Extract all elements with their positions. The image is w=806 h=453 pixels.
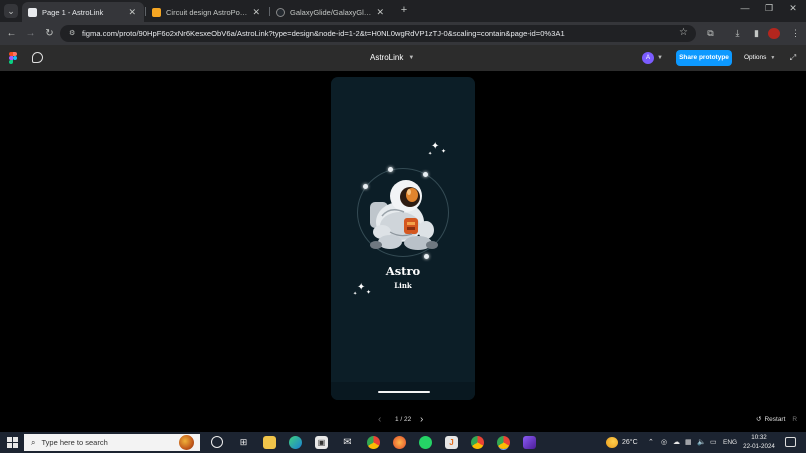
tab-title: Page 1 - AstroLink bbox=[42, 7, 104, 17]
tab-title: Circuit design AstroPointer | Ti bbox=[166, 7, 247, 17]
browser-menu-icon[interactable]: ⋮ bbox=[789, 27, 802, 40]
previous-frame-icon[interactable]: ‹ bbox=[378, 413, 381, 427]
chevron-down-icon[interactable]: ▼ bbox=[657, 52, 663, 64]
tinkercad-favicon-icon bbox=[152, 7, 161, 17]
clock-date: 22-01-2024 bbox=[743, 443, 775, 450]
frame-counter: 1 / 22 bbox=[395, 416, 412, 423]
options-label: Options bbox=[744, 54, 767, 61]
sparkle-icon: ✦ bbox=[428, 151, 433, 157]
cortana-icon[interactable] bbox=[211, 436, 223, 448]
new-tab-icon[interactable]: + bbox=[398, 4, 410, 16]
firefox-icon[interactable] bbox=[393, 436, 406, 449]
edge-icon[interactable] bbox=[289, 436, 302, 449]
sparkle-icon: ✦ bbox=[353, 291, 358, 297]
tab-close-icon[interactable]: ✕ bbox=[376, 7, 384, 18]
tab-circuit-design[interactable]: Circuit design AstroPointer | Ti ✕ bbox=[146, 2, 268, 22]
tab-close-icon[interactable]: ✕ bbox=[128, 7, 136, 18]
taskbar-search-box[interactable]: ⌕ Type here to search bbox=[24, 434, 200, 451]
restart-label: Restart bbox=[764, 416, 786, 423]
battery-icon[interactable]: ▭ bbox=[710, 432, 717, 453]
mail-icon[interactable]: ✉ bbox=[341, 436, 354, 449]
tab-search-icon[interactable]: ⌄ bbox=[4, 4, 18, 18]
clock-time: 10:32 bbox=[751, 434, 767, 441]
chrome-icon[interactable] bbox=[367, 436, 380, 449]
minimize-icon[interactable]: — bbox=[738, 3, 752, 13]
restart-icon: ↺ bbox=[756, 416, 762, 423]
chrome-profile-icon[interactable] bbox=[471, 436, 484, 449]
tab-astrolink[interactable]: Page 1 - AstroLink ✕ bbox=[22, 2, 144, 22]
volume-icon[interactable]: 🔈 bbox=[697, 432, 706, 453]
chrome-active-icon[interactable] bbox=[497, 436, 510, 449]
tab-title: GalaxyGlide/GalaxyGlide.ipynb bbox=[290, 7, 371, 17]
orbit-dot bbox=[388, 167, 393, 172]
restore-icon[interactable]: ❐ bbox=[762, 3, 776, 14]
chevron-down-icon: ▼ bbox=[408, 55, 415, 61]
taskbar-clock[interactable]: 10:32 22-01-2024 bbox=[742, 433, 776, 451]
app-title: Astro bbox=[385, 264, 421, 278]
window-close-icon[interactable]: ✕ bbox=[786, 3, 800, 14]
figma-prototype-header: AstroLink ▼ A ▼ Share prototype Options … bbox=[0, 45, 806, 71]
github-favicon-icon bbox=[276, 7, 285, 17]
sparkle-icon: ✦ bbox=[366, 290, 372, 296]
side-panel-icon[interactable]: ▮ bbox=[750, 27, 763, 40]
restart-button[interactable]: ↺ Restart R bbox=[756, 413, 797, 427]
app-subtitle: Link bbox=[394, 281, 412, 290]
share-prototype-button[interactable]: Share prototype bbox=[676, 50, 732, 66]
comment-icon[interactable] bbox=[32, 52, 43, 63]
onedrive-icon[interactable]: ☁ bbox=[673, 432, 680, 453]
figma-tab-favicon-icon bbox=[28, 7, 37, 17]
notification-icon[interactable] bbox=[785, 437, 796, 447]
temperature[interactable]: 26°C bbox=[622, 432, 638, 453]
network-icon[interactable]: ▦ bbox=[685, 432, 692, 453]
search-icon: ⌕ bbox=[31, 437, 36, 447]
weather-icon[interactable] bbox=[606, 437, 618, 448]
url-text[interactable]: figma.com/proto/90HpF6o2xNr6KesxeObV6a/A… bbox=[82, 25, 672, 42]
avatar[interactable]: A bbox=[642, 52, 654, 64]
profile-avatar-icon[interactable] bbox=[768, 28, 780, 39]
restart-shortcut: R bbox=[792, 416, 798, 423]
chevron-down-icon: ▼ bbox=[770, 55, 776, 61]
file-explorer-icon[interactable] bbox=[263, 436, 276, 449]
jupyter-icon[interactable]: J bbox=[445, 436, 458, 449]
back-icon[interactable]: ← bbox=[5, 27, 18, 40]
sparkle-icon: ✦ bbox=[441, 149, 447, 155]
orbit-dot bbox=[424, 254, 429, 259]
sparkle-icon: ✦ bbox=[357, 282, 366, 293]
fullscreen-icon[interactable]: ⤢ bbox=[788, 53, 798, 63]
language-indicator[interactable]: ENG bbox=[723, 432, 737, 453]
frame-navigation: ‹ 1 / 22 › bbox=[378, 413, 428, 427]
windows-start-icon[interactable] bbox=[7, 437, 18, 448]
task-view-icon[interactable]: ⊞ bbox=[237, 436, 250, 449]
astronaut-illustration bbox=[370, 180, 438, 250]
project-title-menu[interactable]: AstroLink ▼ bbox=[370, 45, 436, 71]
tab-galaxyglide[interactable]: GalaxyGlide/GalaxyGlide.ipynb ✕ bbox=[270, 2, 392, 22]
options-menu[interactable]: Options ▼ bbox=[744, 50, 775, 66]
reload-icon[interactable]: ↻ bbox=[43, 27, 56, 40]
address-bar[interactable]: ⚙ figma.com/proto/90HpF6o2xNr6KesxeObV6a… bbox=[60, 25, 696, 42]
figma-logo-icon[interactable] bbox=[9, 52, 17, 64]
microsoft-store-icon[interactable]: ▣ bbox=[315, 436, 328, 449]
clipchamp-icon[interactable] bbox=[523, 436, 536, 449]
site-info-icon[interactable]: ⚙ bbox=[69, 29, 78, 38]
extensions-icon[interactable]: ⧉ bbox=[704, 27, 717, 40]
search-placeholder: Type here to search bbox=[41, 438, 108, 447]
tray-overflow-icon[interactable]: ⌃ bbox=[648, 432, 654, 453]
tab-close-icon[interactable]: ✕ bbox=[252, 7, 260, 18]
next-frame-icon[interactable]: › bbox=[420, 413, 423, 427]
browser-tab-strip: ⌄ Page 1 - AstroLink ✕ Circuit design As… bbox=[0, 0, 806, 22]
whatsapp-icon[interactable] bbox=[419, 436, 432, 449]
bookmark-star-icon[interactable]: ☆ bbox=[679, 27, 688, 38]
download-icon[interactable]: ⤓ bbox=[731, 27, 744, 40]
sparkle-icon: ✦ bbox=[431, 141, 440, 152]
forward-icon[interactable]: → bbox=[24, 27, 37, 40]
meet-now-icon[interactable]: ◎ bbox=[661, 432, 667, 453]
project-title: AstroLink bbox=[370, 53, 404, 62]
search-highlight-icon bbox=[179, 435, 194, 450]
browser-toolbar: ← → ↻ ⚙ figma.com/proto/90HpF6o2xNr6Kesx… bbox=[0, 22, 806, 45]
home-indicator bbox=[378, 391, 430, 393]
